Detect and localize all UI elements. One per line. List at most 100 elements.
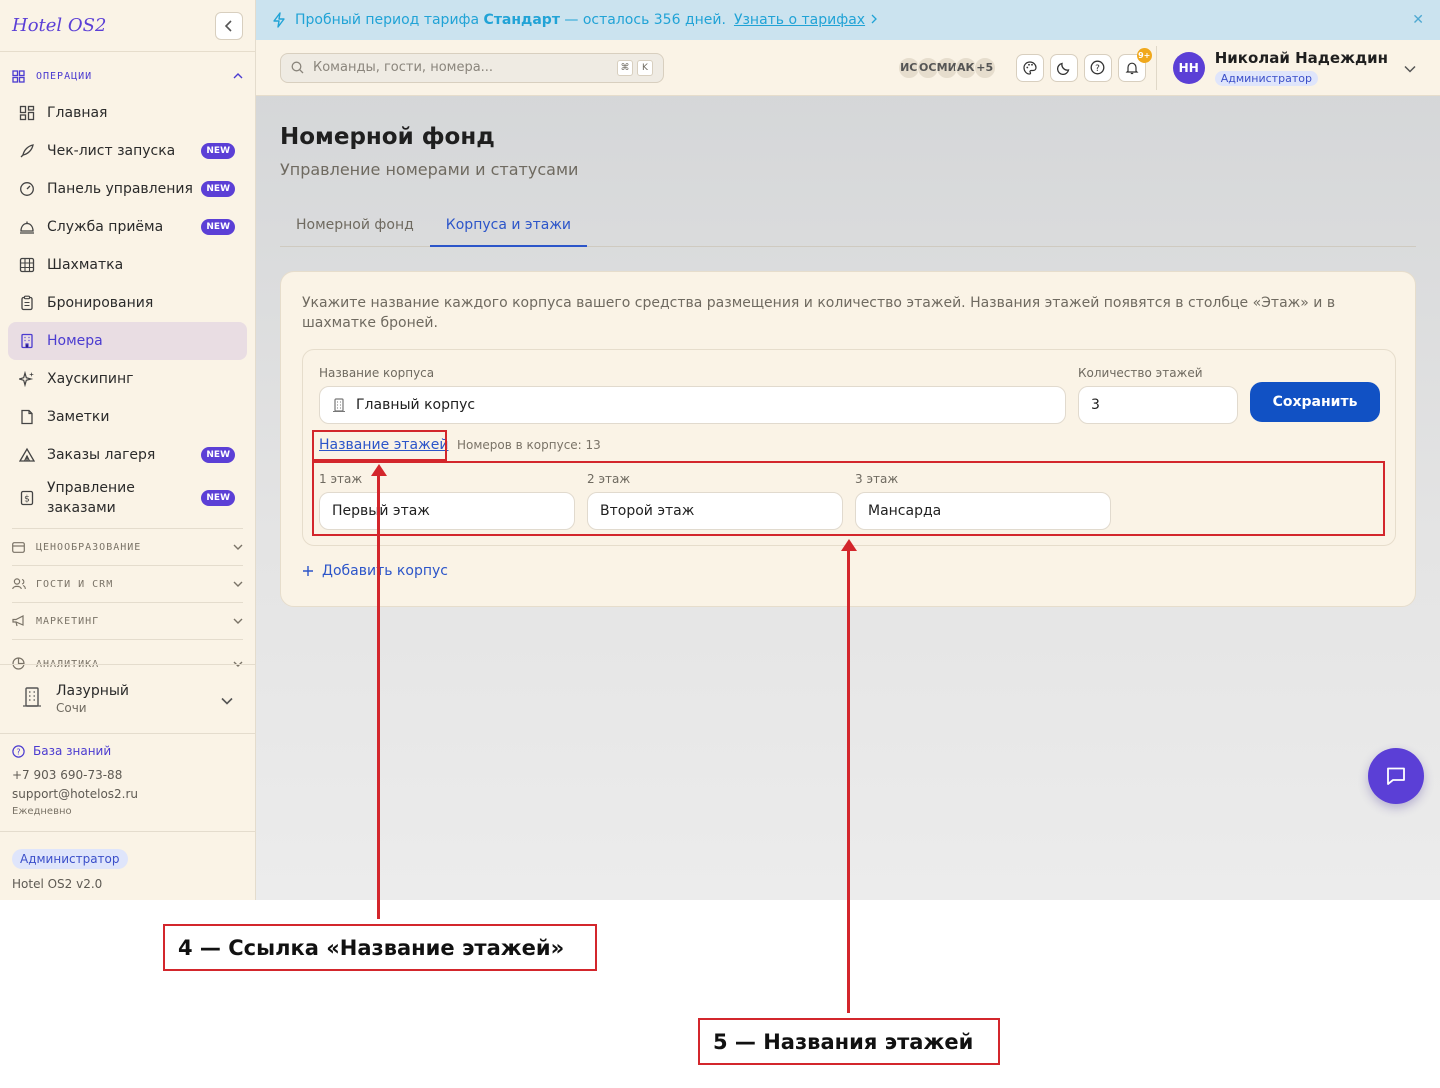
sidebar-item-home[interactable]: Главная bbox=[8, 94, 247, 132]
new-badge: NEW bbox=[201, 143, 235, 159]
section-guests-label: ГОСТИ И CRM bbox=[36, 578, 114, 590]
tent-icon bbox=[18, 446, 36, 464]
users-icon bbox=[12, 577, 26, 591]
help-circle-icon: ? bbox=[12, 744, 25, 758]
annotation-highlight-floor-names bbox=[312, 461, 1385, 536]
page-title: Номерной фонд bbox=[280, 124, 495, 150]
dashboard-icon bbox=[18, 104, 36, 122]
moon-icon bbox=[1056, 62, 1070, 75]
chevron-down-icon bbox=[221, 690, 233, 709]
hotel-info: Лазурный Сочи bbox=[56, 683, 129, 715]
add-building-button[interactable]: Добавить корпус bbox=[302, 563, 448, 579]
clipboard-icon bbox=[18, 294, 36, 312]
notifications-button[interactable]: 9+ bbox=[1117, 47, 1152, 82]
chevron-down-icon[interactable] bbox=[1404, 58, 1416, 77]
add-building-label: Добавить корпус bbox=[322, 563, 448, 579]
knowledge-base-link[interactable]: ? База знаний bbox=[12, 744, 138, 758]
hotel-name: Лазурный bbox=[56, 683, 130, 699]
tabs: Номерной фонд Корпуса и этажи bbox=[280, 204, 1416, 247]
section-marketing-label: МАРКЕТИНГ bbox=[36, 615, 100, 627]
chat-bubble-icon bbox=[1387, 767, 1405, 785]
annotation-arrow-4-head bbox=[371, 464, 387, 476]
svg-text:$: $ bbox=[24, 495, 30, 505]
rocket-icon bbox=[18, 142, 36, 160]
label-line-1: Управление bbox=[47, 480, 135, 496]
dollar-receipt-icon: $ bbox=[18, 489, 36, 507]
section-pricing[interactable]: ЦЕНООБРАЗОВАНИЕ bbox=[0, 529, 255, 565]
sidebar-item-label: Главная bbox=[47, 105, 108, 121]
card-description: Укажите название каждого корпуса вашего … bbox=[302, 295, 1336, 331]
sidebar-item-chessboard[interactable]: Шахматка bbox=[8, 246, 247, 284]
section-marketing[interactable]: МАРКЕТИНГ bbox=[0, 603, 255, 639]
sidebar-item-launch-checklist[interactable]: Чек-лист запуска NEW bbox=[8, 132, 247, 170]
collapse-sidebar-button[interactable] bbox=[215, 11, 243, 40]
bell-icon bbox=[1125, 62, 1139, 74]
building-icon bbox=[333, 397, 345, 412]
section-operations[interactable]: ОПЕРАЦИИ bbox=[0, 58, 255, 94]
sidebar-item-housekeeping[interactable]: Хаускипинг bbox=[8, 360, 247, 398]
plus-icon bbox=[303, 566, 313, 576]
annotation-label-5: 5 — Названия этажей bbox=[698, 1018, 1000, 1065]
sidebar-item-label: Заказы лагеря bbox=[47, 447, 156, 463]
banner-prefix: Пробный период тарифа bbox=[295, 12, 480, 28]
brand-bar: Hotel OS2 bbox=[0, 0, 255, 52]
building-icon bbox=[18, 332, 36, 350]
svg-text:?: ? bbox=[16, 747, 20, 756]
sidebar-item-notes[interactable]: Заметки bbox=[8, 398, 247, 436]
section-guests-crm[interactable]: ГОСТИ И CRM bbox=[0, 566, 255, 602]
new-badge: NEW bbox=[201, 490, 235, 506]
support-hours: Ежедневно bbox=[12, 806, 72, 817]
grid-icon bbox=[12, 69, 26, 83]
sidebar-item-label: Шахматка bbox=[47, 257, 124, 273]
sidebar-item-label: Бронирования bbox=[47, 295, 154, 311]
sidebar-footer: Администратор Hotel OS2 v2.0 bbox=[0, 831, 255, 891]
user-role-badge: Администратор bbox=[1214, 71, 1318, 86]
dark-mode-button[interactable] bbox=[1049, 53, 1078, 82]
section-operations-label: ОПЕРАЦИИ bbox=[36, 70, 93, 82]
user-avatar-main[interactable]: НН bbox=[1172, 51, 1205, 84]
search-input[interactable]: Команды, гости, номера... ⌘ K bbox=[280, 52, 664, 83]
annotation-highlight-floor-link bbox=[312, 430, 447, 461]
tariffs-link[interactable]: Узнать о тарифах bbox=[734, 12, 865, 28]
label-line-2: заказами bbox=[47, 500, 116, 516]
more-users-count[interactable]: +5 bbox=[973, 56, 996, 79]
tab-buildings-floors[interactable]: Корпуса и этажи bbox=[429, 204, 588, 247]
chat-button[interactable] bbox=[1368, 748, 1424, 804]
banner-plan: Стандарт bbox=[483, 12, 560, 28]
floors-count-input[interactable]: 3 bbox=[1078, 386, 1238, 424]
theme-palette-button[interactable] bbox=[1015, 53, 1044, 82]
annotation-arrow-4-line bbox=[377, 476, 380, 919]
lightning-icon bbox=[273, 12, 285, 28]
brand-logo[interactable]: Hotel OS2 bbox=[12, 15, 106, 36]
tab-room-stock[interactable]: Номерной фонд bbox=[280, 204, 430, 247]
sidebar-item-control-panel[interactable]: Панель управления NEW bbox=[8, 170, 247, 208]
hotel-city: Сочи bbox=[56, 701, 87, 715]
section-pricing-label: ЦЕНООБРАЗОВАНИЕ bbox=[36, 541, 142, 553]
chevron-right-icon bbox=[871, 12, 877, 28]
support-phone[interactable]: +7 903 690-73-88 bbox=[12, 768, 138, 782]
sidebar-item-rooms[interactable]: Номера bbox=[8, 322, 247, 360]
online-users[interactable]: ИС ОС МИ АК +5 bbox=[897, 56, 996, 79]
building-name-input[interactable]: Главный корпус bbox=[319, 386, 1066, 424]
notification-count: 9+ bbox=[1136, 47, 1152, 63]
close-banner-button[interactable]: ✕ bbox=[1412, 12, 1424, 28]
user-name: Николай Надеждин bbox=[1214, 49, 1388, 67]
divider bbox=[1155, 45, 1157, 90]
kbd-k: K bbox=[637, 59, 653, 76]
hotel-switcher[interactable]: Лазурный Сочи bbox=[0, 664, 255, 734]
sidebar-item-camp-orders[interactable]: Заказы лагеря NEW bbox=[8, 436, 247, 474]
help-button[interactable]: ? bbox=[1083, 53, 1112, 82]
user-info[interactable]: Николай Надеждин Администратор bbox=[1214, 49, 1388, 86]
save-button[interactable]: Сохранить bbox=[1250, 382, 1380, 422]
sidebar-item-front-desk[interactable]: Служба приёма NEW bbox=[8, 208, 247, 246]
support-email[interactable]: support@hotelos2.ru bbox=[12, 787, 138, 801]
chevron-down-icon bbox=[233, 616, 243, 627]
gauge-icon bbox=[18, 180, 36, 198]
sidebar-item-order-management[interactable]: $ Управление заказами NEW bbox=[8, 474, 247, 522]
kbd-cmd: ⌘ bbox=[617, 59, 633, 76]
sidebar-item-bookings[interactable]: Бронирования bbox=[8, 284, 247, 322]
chevron-down-icon bbox=[233, 542, 243, 553]
svg-text:?: ? bbox=[1095, 64, 1100, 74]
sidebar-item-label: Панель управления bbox=[47, 181, 193, 197]
app-version: Hotel OS2 v2.0 bbox=[12, 877, 103, 891]
